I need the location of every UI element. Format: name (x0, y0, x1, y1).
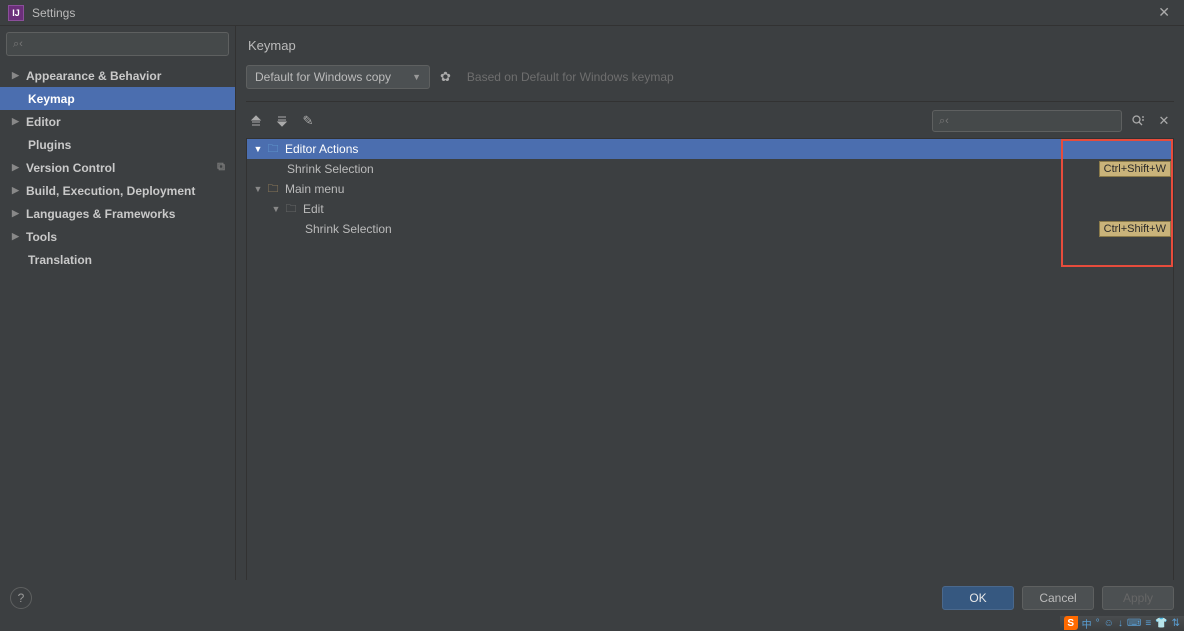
nav-version-control[interactable]: ▶ Version Control ⧉ (0, 156, 235, 179)
nav-tools[interactable]: ▶ Tools (0, 225, 235, 248)
nav-label: Translation (28, 253, 92, 267)
nav-label: Keymap (28, 92, 75, 106)
chevron-right-icon: ▶ (12, 162, 22, 173)
keymap-toolbar: ✎ ⌕‹ ✕ (246, 110, 1174, 132)
settings-sidebar: ⌕‹ ▶ Appearance & Behavior Keymap ▶ Editor… (0, 26, 236, 586)
nav-label: Version Control (26, 161, 115, 175)
tree-node-main-menu[interactable]: ▼ 🗀 Main menu (247, 179, 1173, 199)
nav-label: Build, Execution, Deployment (26, 184, 195, 198)
shortcut-badge: Ctrl+Shift+W (1099, 221, 1171, 237)
button-label: OK (969, 591, 986, 605)
scope-icon: ⧉ (217, 161, 225, 174)
tree-leaf-shrink-selection-edit[interactable]: Shrink Selection Ctrl+Shift+W (247, 219, 1173, 239)
app-icon: IJ (8, 5, 24, 21)
nav-appearance[interactable]: ▶ Appearance & Behavior (0, 64, 235, 87)
nav-build[interactable]: ▶ Build, Execution, Deployment (0, 179, 235, 202)
chevron-down-icon: ▼ (269, 204, 283, 214)
nav-plugins[interactable]: Plugins (0, 133, 235, 156)
settings-nav: ▶ Appearance & Behavior Keymap ▶ Editor Pl… (0, 60, 235, 271)
chevron-down-icon: ▼ (251, 184, 265, 194)
tray-icon[interactable]: ≡ (1145, 618, 1151, 629)
dropdown-value: Default for Windows copy (255, 70, 391, 84)
chevron-right-icon: ▶ (12, 185, 22, 196)
settings-main: Keymap Default for Windows copy ▼ ✿ Base… (236, 26, 1184, 586)
tree-node-edit[interactable]: ▼ 🗀 Edit (247, 199, 1173, 219)
search-icon: ⌕‹ (13, 38, 23, 51)
nav-languages[interactable]: ▶ Languages & Frameworks (0, 202, 235, 225)
tray-icon[interactable]: ☺ (1104, 618, 1114, 629)
button-label: Cancel (1039, 591, 1076, 605)
scheme-actions-gear-icon[interactable]: ✿ (440, 69, 451, 85)
dialog-footer: ? OK Cancel Apply (0, 580, 1184, 616)
tree-label: Edit (303, 202, 1173, 216)
nav-keymap[interactable]: Keymap (0, 87, 235, 110)
page-title: Keymap (248, 38, 1174, 53)
clear-search-icon[interactable]: ✕ (1154, 111, 1174, 131)
nav-translation[interactable]: Translation (0, 248, 235, 271)
tray-icon[interactable]: 中 (1082, 616, 1092, 631)
titlebar: IJ Settings ✕ (0, 0, 1184, 26)
tree-label: Shrink Selection (251, 222, 1099, 236)
nav-editor[interactable]: ▶ Editor (0, 110, 235, 133)
tree-leaf-shrink-selection[interactable]: Shrink Selection Ctrl+Shift+W (247, 159, 1173, 179)
chevron-down-icon: ▼ (412, 72, 421, 82)
tray-icon[interactable]: ⇅ (1172, 618, 1180, 629)
folder-icon: 🗀 (265, 182, 281, 196)
nav-label: Plugins (28, 138, 71, 152)
close-icon[interactable]: ✕ (1152, 2, 1176, 23)
folder-icon: 🗀 (283, 202, 299, 216)
cancel-button[interactable]: Cancel (1022, 586, 1094, 610)
tree-label: Editor Actions (285, 142, 1173, 156)
apply-button[interactable]: Apply (1102, 586, 1174, 610)
nav-label: Appearance & Behavior (26, 69, 161, 83)
chevron-right-icon: ▶ (12, 116, 22, 127)
keymap-scheme-dropdown[interactable]: Default for Windows copy ▼ (246, 65, 430, 89)
chevron-right-icon: ▶ (12, 231, 22, 242)
tree-node-editor-actions[interactable]: ▼ 🗀 Editor Actions (247, 139, 1173, 159)
collapse-all-icon[interactable] (272, 111, 292, 131)
system-tray: S 中 ° ☺ ↓ ⌨ ≡ 👕 ⇅ (1060, 616, 1184, 630)
nav-label: Editor (26, 115, 61, 129)
chevron-right-icon: ▶ (12, 208, 22, 219)
expand-all-icon[interactable] (246, 111, 266, 131)
tray-icon[interactable]: 👕 (1155, 618, 1167, 629)
action-search-input[interactable]: ⌕‹ (932, 110, 1122, 132)
search-icon: ⌕‹ (939, 115, 949, 128)
folder-icon: 🗀 (265, 142, 281, 156)
based-on-text: Based on Default for Windows keymap (467, 70, 674, 84)
find-by-shortcut-icon[interactable] (1128, 111, 1148, 131)
keymap-tree[interactable]: ▼ 🗀 Editor Actions Shrink Selection Ctrl… (246, 138, 1174, 586)
ime-icon[interactable]: S (1064, 616, 1078, 630)
sidebar-search-input[interactable]: ⌕‹ (6, 32, 229, 56)
nav-label: Tools (26, 230, 57, 244)
chevron-down-icon: ▼ (251, 144, 265, 154)
divider (246, 101, 1174, 102)
tray-icon[interactable]: ↓ (1118, 618, 1123, 629)
tree-label: Shrink Selection (251, 162, 1099, 176)
tree-label: Main menu (285, 182, 1173, 196)
help-button[interactable]: ? (10, 587, 32, 609)
chevron-right-icon: ▶ (12, 70, 22, 81)
edit-shortcut-icon[interactable]: ✎ (298, 111, 318, 131)
window-title: Settings (32, 6, 75, 20)
tray-icon[interactable]: ° (1096, 618, 1100, 629)
tray-icon[interactable]: ⌨ (1127, 618, 1141, 629)
shortcut-badge: Ctrl+Shift+W (1099, 161, 1171, 177)
ok-button[interactable]: OK (942, 586, 1014, 610)
button-label: Apply (1123, 591, 1153, 605)
nav-label: Languages & Frameworks (26, 207, 175, 221)
